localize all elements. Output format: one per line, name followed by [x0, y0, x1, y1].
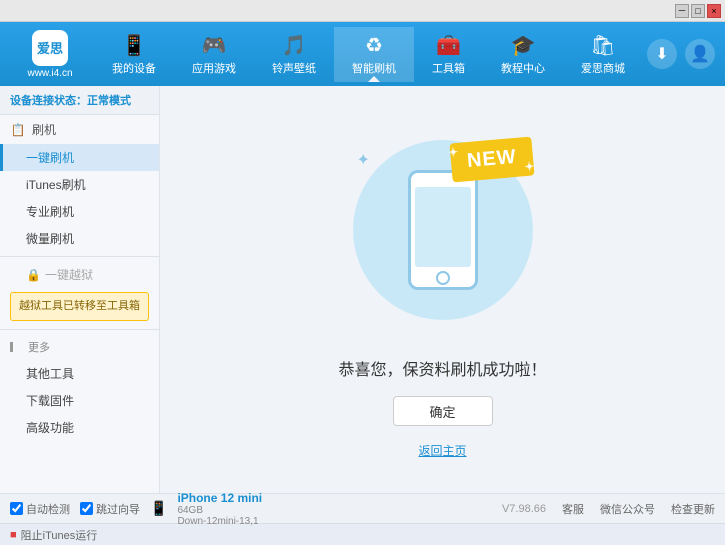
- nav-smart-flash[interactable]: ♻ 智能刷机: [334, 27, 414, 82]
- logo-icon: 爱思: [32, 30, 68, 66]
- header: 爱思 www.i4.cn 📱 我的设备 🎮 应用游戏 🎵 铃声壁纸 ♻ 智能刷机…: [0, 22, 725, 86]
- jailbreak-label: 一键越狱: [45, 266, 93, 283]
- nav-tutorials[interactable]: 🎓 教程中心: [483, 27, 563, 82]
- nav-tutorials-label: 教程中心: [501, 60, 545, 76]
- nav-my-device-label: 我的设备: [112, 60, 156, 76]
- header-right: ⬇ 👤: [647, 39, 715, 69]
- success-message: 恭喜您，保资料刷机成功啦！: [338, 356, 546, 380]
- minimize-button[interactable]: －: [675, 4, 689, 18]
- flash-section-label: 刷机: [32, 121, 56, 138]
- sidebar-item-advanced[interactable]: 高级功能: [0, 414, 159, 441]
- back-home-link[interactable]: 返回主页: [418, 442, 466, 459]
- main-nav: 📱 我的设备 🎮 应用游戏 🎵 铃声壁纸 ♻ 智能刷机 🧰 工具箱 🎓 教程中心…: [90, 27, 647, 82]
- sidebar-divider-1: [0, 256, 159, 257]
- smart-flash-icon: ♻: [365, 33, 383, 58]
- connection-status: 设备连接状态：正常模式: [0, 86, 159, 115]
- maximize-button[interactable]: □: [691, 4, 705, 18]
- phone-screen: [415, 187, 471, 267]
- nav-my-device[interactable]: 📱 我的设备: [94, 27, 174, 82]
- title-bar: － □ ×: [0, 0, 725, 22]
- sidebar-item-itunes-flash[interactable]: iTunes刷机: [0, 171, 159, 198]
- nav-toolbox-label: 工具箱: [432, 60, 465, 76]
- status-prefix: 设备连接状态：: [10, 95, 87, 107]
- version-label: V7.98.66: [502, 503, 546, 515]
- sidebar-item-one-click-flash[interactable]: 一键刷机: [0, 144, 159, 171]
- nav-shop-label: 爱思商城: [581, 60, 625, 76]
- sidebar-item-jailbreak-disabled: 🔒 一键越狱: [0, 261, 159, 288]
- device-storage: 64GB: [177, 505, 262, 516]
- sidebar-item-upgrade-flash[interactable]: 微量刷机: [0, 225, 159, 252]
- phone-illustration: [408, 170, 478, 290]
- window-controls: － □ ×: [675, 4, 721, 18]
- jailbreak-notice: 越狱工具已转移至工具箱: [10, 292, 149, 321]
- update-link[interactable]: 检查更新: [671, 501, 715, 517]
- sparkle-left-icon: ✦: [357, 150, 370, 170]
- auto-detect-checkbox[interactable]: [10, 502, 23, 515]
- bottom-right: V7.98.66 客服 微信公众号 检查更新: [502, 501, 715, 517]
- new-badge: NEW: [451, 140, 533, 179]
- auto-detect-checkbox-wrapper[interactable]: 自动检测: [10, 501, 70, 517]
- status-value: 正常模式: [87, 95, 131, 107]
- device-name: iPhone 12 mini: [177, 491, 262, 505]
- more-label: 更多: [28, 339, 50, 355]
- main-content: ✦ ✦ NEW 恭喜您，保资料刷机成功啦！ 确定 返回主页: [160, 86, 725, 493]
- skip-guide-checkbox[interactable]: [80, 502, 93, 515]
- device-phone-icon: 📱: [150, 500, 167, 517]
- success-illustration: ✦ ✦ NEW: [343, 120, 543, 340]
- more-bar-icon: [10, 342, 22, 352]
- skip-guide-checkbox-wrapper[interactable]: 跳过向导: [80, 501, 140, 517]
- nav-toolbox[interactable]: 🧰 工具箱: [414, 27, 483, 82]
- new-banner-text: NEW: [449, 137, 534, 183]
- ringtones-icon: 🎵: [282, 33, 307, 58]
- user-button[interactable]: 👤: [685, 39, 715, 69]
- auto-detect-label: 自动检测: [26, 501, 70, 517]
- nav-ringtones[interactable]: 🎵 铃声壁纸: [254, 27, 334, 82]
- download-button[interactable]: ⬇: [647, 39, 677, 69]
- confirm-button[interactable]: 确定: [393, 396, 493, 426]
- toolbox-icon: 🧰: [436, 33, 461, 58]
- lock-icon: 🔒: [26, 268, 41, 282]
- more-section-label: 更多: [0, 334, 159, 360]
- device-firmware: Down-12mini-13,1: [177, 516, 262, 527]
- nav-smart-flash-label: 智能刷机: [352, 60, 396, 76]
- device-info: iPhone 12 mini 64GB Down-12mini-13,1: [177, 491, 262, 527]
- sidebar: 设备连接状态：正常模式 📋 刷机 一键刷机 iTunes刷机 专业刷机 微量刷机…: [0, 86, 160, 493]
- nav-apps-games-label: 应用游戏: [192, 60, 236, 76]
- logo-url: www.i4.cn: [27, 68, 72, 79]
- sidebar-item-download-firmware[interactable]: 下载固件: [0, 387, 159, 414]
- nav-shop[interactable]: 🛍 爱思商城: [563, 27, 643, 82]
- nav-apps-games[interactable]: 🎮 应用游戏: [174, 27, 254, 82]
- sidebar-item-pro-flash[interactable]: 专业刷机: [0, 198, 159, 225]
- flash-section-icon: 📋: [10, 122, 26, 138]
- support-link[interactable]: 客服: [562, 501, 584, 517]
- sidebar-divider-2: [0, 329, 159, 330]
- phone-home-button: [436, 271, 450, 285]
- main-area: 设备连接状态：正常模式 📋 刷机 一键刷机 iTunes刷机 专业刷机 微量刷机…: [0, 86, 725, 493]
- flash-section-header: 📋 刷机: [0, 115, 159, 144]
- shop-icon: 🛍: [590, 33, 615, 58]
- skip-guide-label: 跳过向导: [96, 501, 140, 517]
- sidebar-item-other-tools[interactable]: 其他工具: [0, 360, 159, 387]
- bottom-bar: 自动检测 跳过向导 📱 iPhone 12 mini 64GB Down-12m…: [0, 493, 725, 523]
- bottom-left: 自动检测 跳过向导 📱 iPhone 12 mini 64GB Down-12m…: [10, 491, 492, 527]
- nav-ringtones-label: 铃声壁纸: [272, 60, 316, 76]
- stop-icon[interactable]: ■: [10, 529, 17, 541]
- apps-games-icon: 🎮: [202, 33, 227, 58]
- tutorials-icon: 🎓: [511, 33, 536, 58]
- logo[interactable]: 爱思 www.i4.cn: [10, 30, 90, 79]
- close-button[interactable]: ×: [707, 4, 721, 18]
- my-device-icon: 📱: [122, 33, 147, 58]
- wechat-link[interactable]: 微信公众号: [600, 501, 655, 517]
- itunes-label: 阻止iTunes运行: [21, 527, 98, 543]
